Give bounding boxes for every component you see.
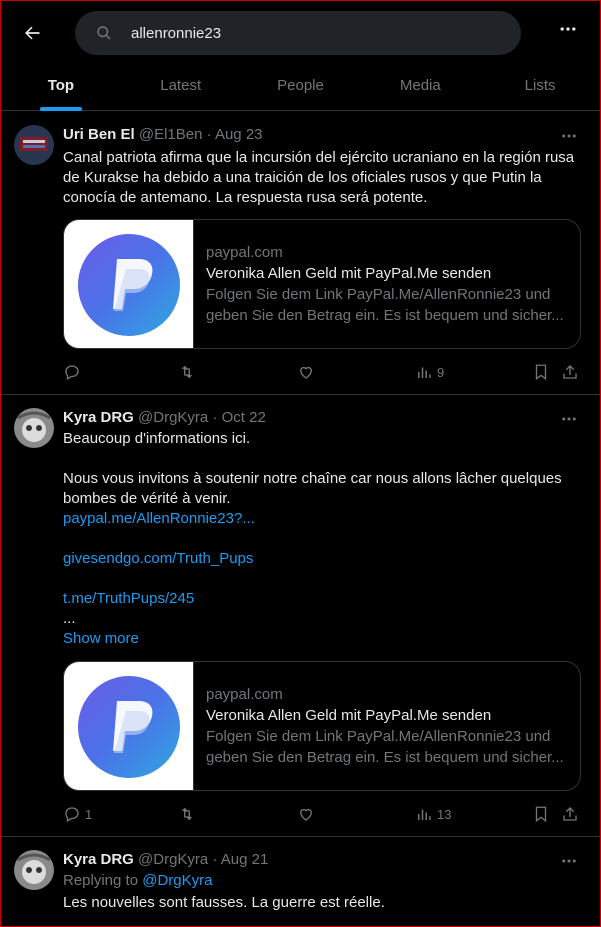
views-chart-icon	[418, 809, 431, 820]
post-link[interactable]: paypal.me/AllenRonnie23?...	[63, 509, 580, 529]
back-arrow-icon	[25, 26, 40, 40]
author-meta: @DrgKyra · Oct 22	[138, 409, 266, 426]
card-title: Veronika Allen Geld mit PayPal.Me senden	[206, 265, 492, 282]
reply-icon	[65, 807, 79, 822]
more-options-button[interactable]	[558, 19, 578, 44]
post-link[interactable]: t.me/TruthPups/245	[63, 589, 580, 609]
post-text: Beaucoup d'informations ici. Nous vous i…	[63, 429, 580, 649]
more-icon	[562, 859, 576, 863]
reply-icon	[65, 365, 79, 380]
post-text-line: Nous vous invitons à soutenir notre chaî…	[63, 470, 562, 507]
post[interactable]: Uri Ben El @El1Ben · Aug 23 Canal patrio…	[1, 112, 600, 395]
card-description-line: geben Sie den Betrag ein. Es ist bequem …	[206, 307, 564, 324]
more-icon	[560, 27, 576, 31]
paypal-logo-icon	[77, 676, 180, 778]
paypal-logo-thumbnail	[64, 662, 194, 790]
tab-lists[interactable]: Lists	[480, 65, 600, 110]
post-actions: 1 13	[63, 805, 580, 825]
author-name[interactable]: Kyra DRG	[63, 851, 134, 868]
post[interactable]: Kyra DRG @DrgKyra · Oct 22 Beaucoup d'in…	[1, 395, 600, 837]
post-header: Uri Ben El @El1Ben · Aug 23	[63, 126, 263, 143]
like-button[interactable]	[297, 805, 315, 823]
search-query: allenronnie23	[131, 24, 222, 42]
tab-people[interactable]: People	[241, 65, 361, 110]
author-meta: @El1Ben · Aug 23	[138, 126, 263, 143]
show-more-link[interactable]: Show more	[63, 629, 580, 649]
views-button[interactable]: 13	[415, 805, 451, 823]
repost-button[interactable]	[177, 363, 197, 381]
repost-icon	[182, 807, 192, 821]
paypal-logo-icon	[77, 234, 180, 336]
post-text: Canal patriota afirma que la incursión d…	[63, 149, 575, 206]
link-card[interactable]: paypal.com Veronika Allen Geld mit PayPa…	[63, 661, 581, 791]
avatar[interactable]	[14, 408, 54, 448]
post-header: Kyra DRG @DrgKyra · Oct 22	[63, 409, 266, 426]
share-button[interactable]	[561, 805, 579, 823]
search-input[interactable]: allenronnie23	[75, 11, 521, 55]
post-more-button[interactable]	[560, 852, 578, 875]
author-meta: @DrgKyra · Aug 21	[138, 851, 269, 868]
bookmark-button[interactable]	[532, 363, 550, 381]
post-actions: 9	[63, 363, 580, 383]
card-description-line: geben Sie den Betrag ein. Es ist bequem …	[206, 749, 564, 766]
replying-to-label: Replying to	[63, 872, 139, 889]
views-button[interactable]: 9	[415, 363, 444, 381]
bookmark-icon	[535, 364, 547, 381]
tab-media[interactable]: Media	[360, 65, 480, 110]
tab-top[interactable]: Top	[1, 65, 121, 110]
post-ellipsis: ...	[63, 610, 76, 627]
replying-to: Replying to @DrgKyra	[63, 872, 212, 889]
reply-count: 1	[85, 806, 93, 822]
tab-latest[interactable]: Latest	[121, 65, 241, 110]
reply-button[interactable]	[63, 363, 81, 381]
card-domain: paypal.com	[206, 244, 283, 261]
views-count: 13	[437, 806, 452, 822]
bookmark-icon	[535, 806, 547, 823]
more-icon	[562, 134, 576, 138]
heart-icon	[300, 366, 312, 379]
search-icon	[97, 26, 111, 40]
repost-icon	[182, 365, 192, 379]
reply-button[interactable]: 1	[63, 805, 92, 823]
share-button[interactable]	[561, 363, 579, 381]
post-more-button[interactable]	[560, 127, 578, 150]
repost-button[interactable]	[177, 805, 197, 823]
post-link[interactable]: givesendgo.com/Truth_Pups	[63, 549, 580, 569]
avatar[interactable]	[14, 850, 54, 890]
views-chart-icon	[418, 367, 431, 378]
search-tabs: Top Latest People Media Lists	[1, 65, 600, 111]
paypal-logo-thumbnail	[64, 220, 194, 348]
card-description-line: Folgen Sie dem Link PayPal.Me/AllenRonni…	[206, 728, 551, 745]
share-icon	[563, 365, 577, 379]
link-card[interactable]: paypal.com Veronika Allen Geld mit PayPa…	[63, 219, 581, 349]
like-button[interactable]	[297, 363, 315, 381]
card-title: Veronika Allen Geld mit PayPal.Me senden	[206, 707, 492, 724]
views-count: 9	[437, 364, 445, 380]
post-text-line: Beaucoup d'informations ici.	[63, 430, 251, 447]
card-description-line: Folgen Sie dem Link PayPal.Me/AllenRonni…	[206, 286, 551, 303]
replying-to-handle[interactable]: @DrgKyra	[142, 872, 212, 889]
avatar[interactable]	[14, 125, 54, 165]
heart-icon	[300, 808, 312, 821]
more-icon	[562, 417, 576, 421]
post-text: Les nouvelles sont fausses. La guerre es…	[63, 894, 385, 911]
author-name[interactable]: Kyra DRG	[63, 409, 134, 426]
bookmark-button[interactable]	[532, 805, 550, 823]
post[interactable]: Kyra DRG @DrgKyra · Aug 21 Replying to @…	[1, 837, 600, 927]
post-header: Kyra DRG @DrgKyra · Aug 21	[63, 851, 268, 868]
card-domain: paypal.com	[206, 686, 283, 703]
back-button[interactable]	[17, 18, 47, 48]
share-icon	[563, 807, 577, 821]
author-name[interactable]: Uri Ben El	[63, 126, 135, 143]
